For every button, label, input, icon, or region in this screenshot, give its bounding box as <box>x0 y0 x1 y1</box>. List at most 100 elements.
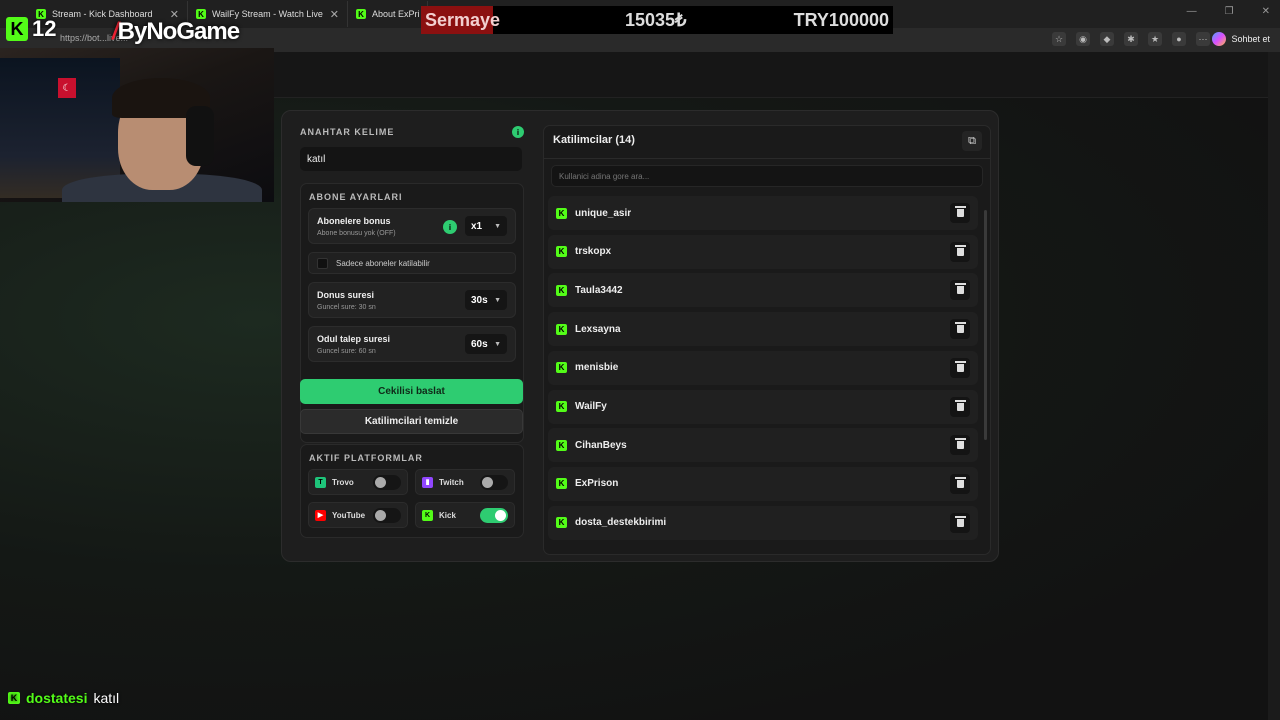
duration-title: Donus suresi <box>317 290 375 300</box>
copilot-icon <box>1212 32 1227 46</box>
more-icon[interactable]: ⋯ <box>1196 32 1210 46</box>
subscribers-only-label: Sadece aboneler katilabilir <box>336 258 430 268</box>
trash-icon <box>954 206 966 217</box>
kick-icon: K <box>356 9 366 19</box>
bonus-subtitle: Abone bonusu yok (OFF) <box>317 230 396 237</box>
delete-participant-button[interactable] <box>950 280 970 301</box>
participants-column: Katilimcilar (14) ⧉ Kunique_asirKtrskopx… <box>543 125 991 555</box>
divider <box>544 158 990 159</box>
active-platforms: AKTIF PLATFORMLAR T Trovo ▮ Twitch ▶ You… <box>300 444 524 538</box>
subscribers-only-checkbox[interactable] <box>317 257 328 269</box>
brand-text: ByNoGame <box>117 18 240 45</box>
bonus-title: Abonelere bonus <box>317 216 391 226</box>
extension-icon[interactable]: ◉ <box>1076 32 1090 46</box>
page-header <box>274 52 1268 98</box>
participant-username: ExPrison <box>575 478 619 490</box>
trovo-icon: T <box>315 476 326 488</box>
kick-icon: K <box>556 323 567 335</box>
delete-participant-button[interactable] <box>950 396 970 417</box>
bonus-multiplier-select[interactable]: x1 ▼ <box>465 216 507 236</box>
maximize-icon[interactable]: ❐ <box>1225 6 1234 17</box>
duration-select[interactable]: 30s ▼ <box>465 290 507 310</box>
favorites-bar-icon[interactable]: ★ <box>1148 32 1162 46</box>
platform-kick: K Kick <box>415 502 515 528</box>
delete-participant-button[interactable] <box>950 241 970 262</box>
participant-row: K CihanBeys <box>548 428 978 463</box>
viewer-count: K 12 <box>6 16 56 42</box>
window-controls: — ❐ ✕ <box>1187 6 1270 17</box>
chevron-down-icon: ▼ <box>494 296 501 304</box>
active-platforms-title: AKTIF PLATFORMLAR <box>309 453 423 463</box>
copy-icon[interactable]: ⧉ <box>962 131 982 151</box>
participant-username: CihanBeys <box>575 439 627 451</box>
chevron-down-icon: ▼ <box>494 340 501 348</box>
puzzle-icon[interactable]: ✱ <box>1124 32 1138 46</box>
minimize-icon[interactable]: — <box>1187 6 1197 17</box>
trovo-toggle[interactable] <box>373 475 401 490</box>
kick-icon: K <box>556 439 567 451</box>
platform-trovo: T Trovo <box>308 469 408 495</box>
participant-username: Taula3442 <box>575 284 623 296</box>
close-window-icon[interactable]: ✕ <box>1262 6 1270 17</box>
keyword-input[interactable] <box>300 147 522 171</box>
claim-time-subtitle: Guncel sure: 60 sn <box>317 348 376 355</box>
settings-column: ANAHTAR KELIME i <box>300 125 524 171</box>
platform-label: Trovo <box>332 477 354 487</box>
trash-icon <box>954 322 966 334</box>
ticker-label: Sermaye <box>421 6 500 34</box>
info-icon[interactable]: i <box>512 126 524 138</box>
participant-list-scrollbar[interactable] <box>984 210 987 440</box>
clear-participants-button[interactable]: Katilimcilari temizle <box>300 409 523 434</box>
delete-participant-button[interactable] <box>950 473 970 494</box>
participant-username: dosta_destekbirimi <box>575 517 667 529</box>
platform-youtube: ▶ YouTube <box>308 502 408 528</box>
webcam-overlay: ☾ <box>0 48 274 202</box>
delete-participant-button[interactable] <box>950 203 970 223</box>
trash-icon <box>954 244 966 256</box>
trash-icon <box>954 399 966 411</box>
kick-icon: K <box>6 17 28 41</box>
start-giveaway-button[interactable]: Cekilisi baslat <box>300 379 523 404</box>
participant-search-input[interactable] <box>551 165 983 187</box>
ticker-value-total: TRY100000 <box>793 9 889 30</box>
copilot-button[interactable]: Sohbet et <box>1212 32 1270 46</box>
extension-icon[interactable]: ◆ <box>1100 32 1114 46</box>
claim-time-title: Odul talep suresi <box>317 334 391 344</box>
close-icon[interactable]: ✕ <box>330 8 339 21</box>
participants-title: Katilimcilar (14) <box>553 134 635 146</box>
browser-tab[interactable]: K About ExPrison <box>348 1 428 27</box>
claim-time-select[interactable]: 60s ▼ <box>465 334 507 354</box>
giveaway-panel: ANAHTAR KELIME i ABONE AYARLARI Aboneler… <box>281 110 999 562</box>
delete-participant-button[interactable] <box>950 435 970 456</box>
chat-text: katıl <box>93 690 120 706</box>
chevron-down-icon: ▼ <box>494 222 501 230</box>
subscriber-bonus-card: Abonelere bonus Abone bonusu yok (OFF) i… <box>308 208 516 244</box>
favorite-icon[interactable]: ☆ <box>1052 32 1066 46</box>
trash-icon <box>954 515 966 527</box>
chat-message: K dostatesi katıl <box>8 690 119 706</box>
subscriber-settings: ABONE AYARLARI Abonelere bonus Abone bon… <box>300 183 524 443</box>
participant-row: Kmenisbie <box>548 350 978 385</box>
delete-participant-button[interactable] <box>950 512 970 533</box>
delete-participant-button[interactable] <box>950 357 970 378</box>
participant-row: K ExPrison <box>548 466 978 501</box>
delete-participant-button[interactable] <box>950 319 970 340</box>
bonus-multiplier-value: x1 <box>471 220 483 232</box>
ticker-value-current: 15035₺ <box>625 9 687 30</box>
duration-card: Donus suresi Guncel sure: 30 sn 30s ▼ <box>308 282 516 318</box>
kick-icon: K <box>556 401 567 412</box>
turkish-flag-icon: ☾ <box>58 78 76 98</box>
youtube-toggle[interactable] <box>373 508 401 523</box>
trash-icon <box>954 283 966 295</box>
twitch-toggle[interactable] <box>480 475 508 490</box>
kick-icon: K <box>556 207 567 219</box>
kick-icon: K <box>556 246 567 258</box>
participant-row: Ktrskopx <box>548 234 978 269</box>
kick-toggle[interactable] <box>480 508 508 523</box>
claim-time-value: 60s <box>471 338 488 350</box>
info-icon[interactable]: i <box>443 220 457 234</box>
subscribers-only-option[interactable]: Sadece aboneler katilabilir <box>308 252 516 274</box>
participant-row: K Lexsayna <box>548 312 978 347</box>
page-scrollbar[interactable] <box>1268 52 1280 720</box>
profile-icon[interactable]: ● <box>1172 32 1186 46</box>
